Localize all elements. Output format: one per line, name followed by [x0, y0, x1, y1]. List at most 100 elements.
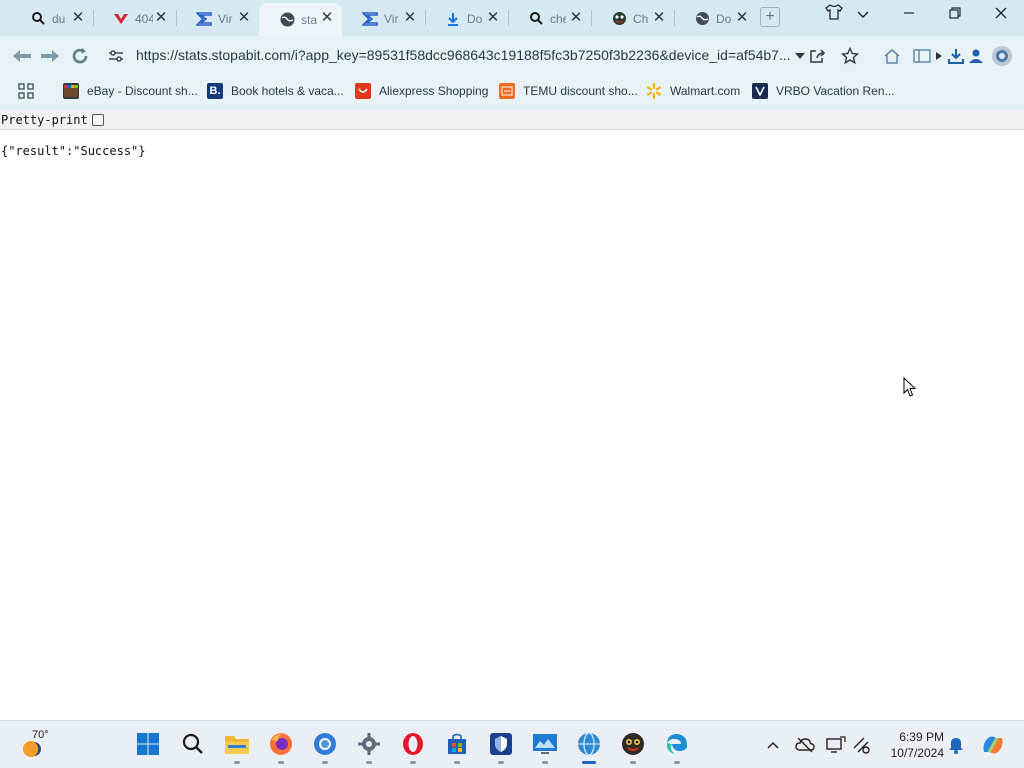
address-bar[interactable]: https://stats.stopabit.com/i?app_key=895…	[136, 47, 791, 63]
bookmark-temu[interactable]: TEMU discount sho...	[499, 81, 638, 101]
tab-stats-active[interactable]: sta ✕	[259, 3, 342, 36]
bookmark-ebay[interactable]: eBay - Discount sh...	[63, 81, 198, 101]
edge-icon[interactable]	[664, 731, 690, 757]
forward-button[interactable]	[38, 44, 62, 68]
close-icon[interactable]: ✕	[320, 10, 334, 25]
tab-title: Vir	[218, 11, 233, 26]
extension-icon[interactable]	[990, 44, 1014, 68]
vpn-shield-icon[interactable]	[488, 731, 514, 757]
search-icon	[30, 11, 46, 27]
monitor-app-icon[interactable]	[532, 731, 558, 757]
close-icon[interactable]: ✕	[237, 10, 251, 25]
bookmark-walmart[interactable]: Walmart.com	[646, 81, 740, 101]
download-icon	[445, 11, 461, 27]
close-icon[interactable]: ✕	[486, 10, 500, 25]
bookmark-label: TEMU discount sho...	[523, 84, 638, 98]
close-icon[interactable]: ✕	[569, 10, 583, 25]
bookmark-label: Walmart.com	[670, 84, 741, 98]
running-indicator	[410, 761, 416, 764]
bookmark-star-icon[interactable]	[838, 44, 862, 68]
windows-start-icon[interactable]	[135, 731, 161, 757]
back-button[interactable]	[10, 44, 34, 68]
settings-gear-icon[interactable]	[356, 731, 382, 757]
home-icon[interactable]	[880, 44, 904, 68]
system-clock[interactable]: 6:39 PM 10/7/2024	[880, 729, 944, 761]
tab-vir-1[interactable]: Vir ✕	[176, 3, 259, 34]
cloud-offline-icon[interactable]	[795, 735, 815, 755]
running-indicator	[630, 761, 636, 764]
running-indicator	[234, 761, 240, 764]
opera-icon[interactable]	[400, 731, 426, 757]
vrbo-icon	[752, 83, 768, 99]
tab-download[interactable]: Do ✕	[425, 3, 508, 34]
bookmark-vrbo[interactable]: VRBO Vacation Ren...	[752, 81, 895, 101]
bookmarks-bar: eBay - Discount sh... B. Book hotels & v…	[0, 76, 1024, 105]
store-icon[interactable]	[444, 731, 470, 757]
sigma-icon	[196, 11, 212, 27]
close-icon[interactable]: ✕	[154, 10, 168, 25]
taskbar: 70° 6:39 PM 10/7/2024	[0, 720, 1024, 768]
browser-blue-icon[interactable]	[312, 731, 338, 757]
sigma-icon	[362, 11, 378, 27]
tab-do[interactable]: Do ✕	[674, 3, 757, 34]
running-indicator	[322, 761, 328, 764]
aliexpress-icon	[355, 83, 371, 99]
file-explorer-icon[interactable]	[224, 731, 250, 757]
close-icon[interactable]: ✕	[403, 10, 417, 25]
bookmark-label: VRBO Vacation Ren...	[776, 84, 895, 98]
running-indicator	[498, 761, 504, 764]
tab-strip: du ✕ 404 ✕ Vir ✕ sta ✕ Vir ✕ Do ✕ ch ✕ C…	[0, 0, 1024, 36]
close-icon[interactable]: ✕	[71, 10, 85, 25]
bookmark-booking[interactable]: B. Book hotels & vaca...	[207, 81, 344, 101]
browser-globe-icon[interactable]	[576, 731, 602, 757]
chevron-up-icon[interactable]	[763, 735, 783, 755]
weather-widget[interactable]: 70°	[20, 727, 60, 763]
clock-date: 10/7/2024	[890, 746, 944, 760]
pretty-print-bar: Pretty-print	[0, 110, 1024, 130]
bookmark-aliexpress[interactable]: Aliexpress Shopping	[355, 81, 488, 101]
search-icon[interactable]	[180, 731, 206, 757]
ebay-icon	[63, 83, 79, 99]
json-response: {"result":"Success"}	[1, 144, 146, 158]
reload-button[interactable]	[68, 44, 92, 68]
tab-404[interactable]: 404 ✕	[93, 3, 176, 34]
tab-ch[interactable]: Ch ✕	[591, 3, 674, 34]
tab-title: Do	[716, 11, 732, 26]
new-tab-button[interactable]: +	[760, 7, 780, 27]
pretty-print-checkbox[interactable]	[91, 113, 104, 126]
site-info-icon[interactable]	[104, 44, 128, 68]
sidebar-icon[interactable]	[910, 44, 934, 68]
clock-time: 6:39 PM	[899, 730, 944, 744]
walmart-icon	[646, 83, 662, 99]
globe-icon	[279, 12, 295, 28]
minimize-button[interactable]	[895, 4, 923, 26]
shirt-icon[interactable]	[820, 4, 848, 26]
running-indicator	[674, 761, 680, 764]
bookmark-label: eBay - Discount sh...	[87, 84, 198, 98]
firefox-icon[interactable]	[268, 731, 294, 757]
notification-bell-icon[interactable]	[946, 735, 966, 755]
running-indicator	[278, 761, 284, 764]
tab-search-du[interactable]: du ✕	[10, 3, 93, 34]
tab-title: Do	[467, 11, 483, 26]
globe-icon	[694, 11, 710, 27]
vivaldi-icon	[113, 11, 129, 27]
tab-search-che[interactable]: che ✕	[508, 3, 591, 34]
close-icon[interactable]: ✕	[652, 10, 666, 25]
chatbot-app-icon[interactable]	[620, 731, 646, 757]
chevron-down-icon[interactable]	[849, 4, 877, 26]
apps-grid-icon[interactable]	[18, 81, 34, 101]
close-window-button[interactable]	[987, 4, 1015, 26]
tab-vir-2[interactable]: Vir ✕	[342, 3, 425, 34]
network-icon[interactable]	[852, 735, 872, 755]
active-indicator	[582, 761, 596, 764]
chatbot-icon	[611, 11, 627, 27]
display-icon[interactable]	[826, 735, 846, 755]
running-indicator	[454, 761, 460, 764]
copilot-icon[interactable]	[980, 735, 1006, 755]
share-icon[interactable]	[806, 44, 830, 68]
profile-icon[interactable]	[964, 44, 988, 68]
tab-title: Vir	[384, 11, 399, 26]
restore-button[interactable]	[941, 4, 969, 26]
close-icon[interactable]: ✕	[735, 10, 749, 25]
